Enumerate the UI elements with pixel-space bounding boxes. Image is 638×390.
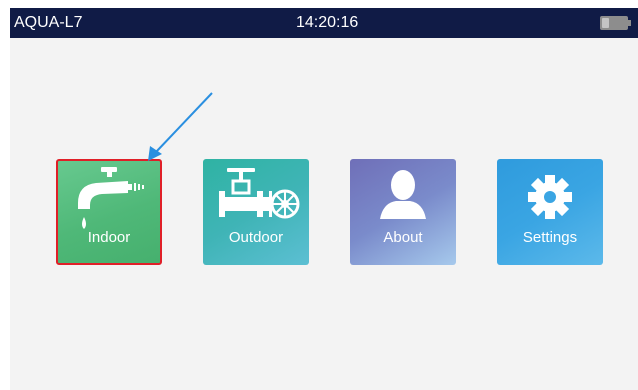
pointer-arrow — [148, 92, 213, 161]
